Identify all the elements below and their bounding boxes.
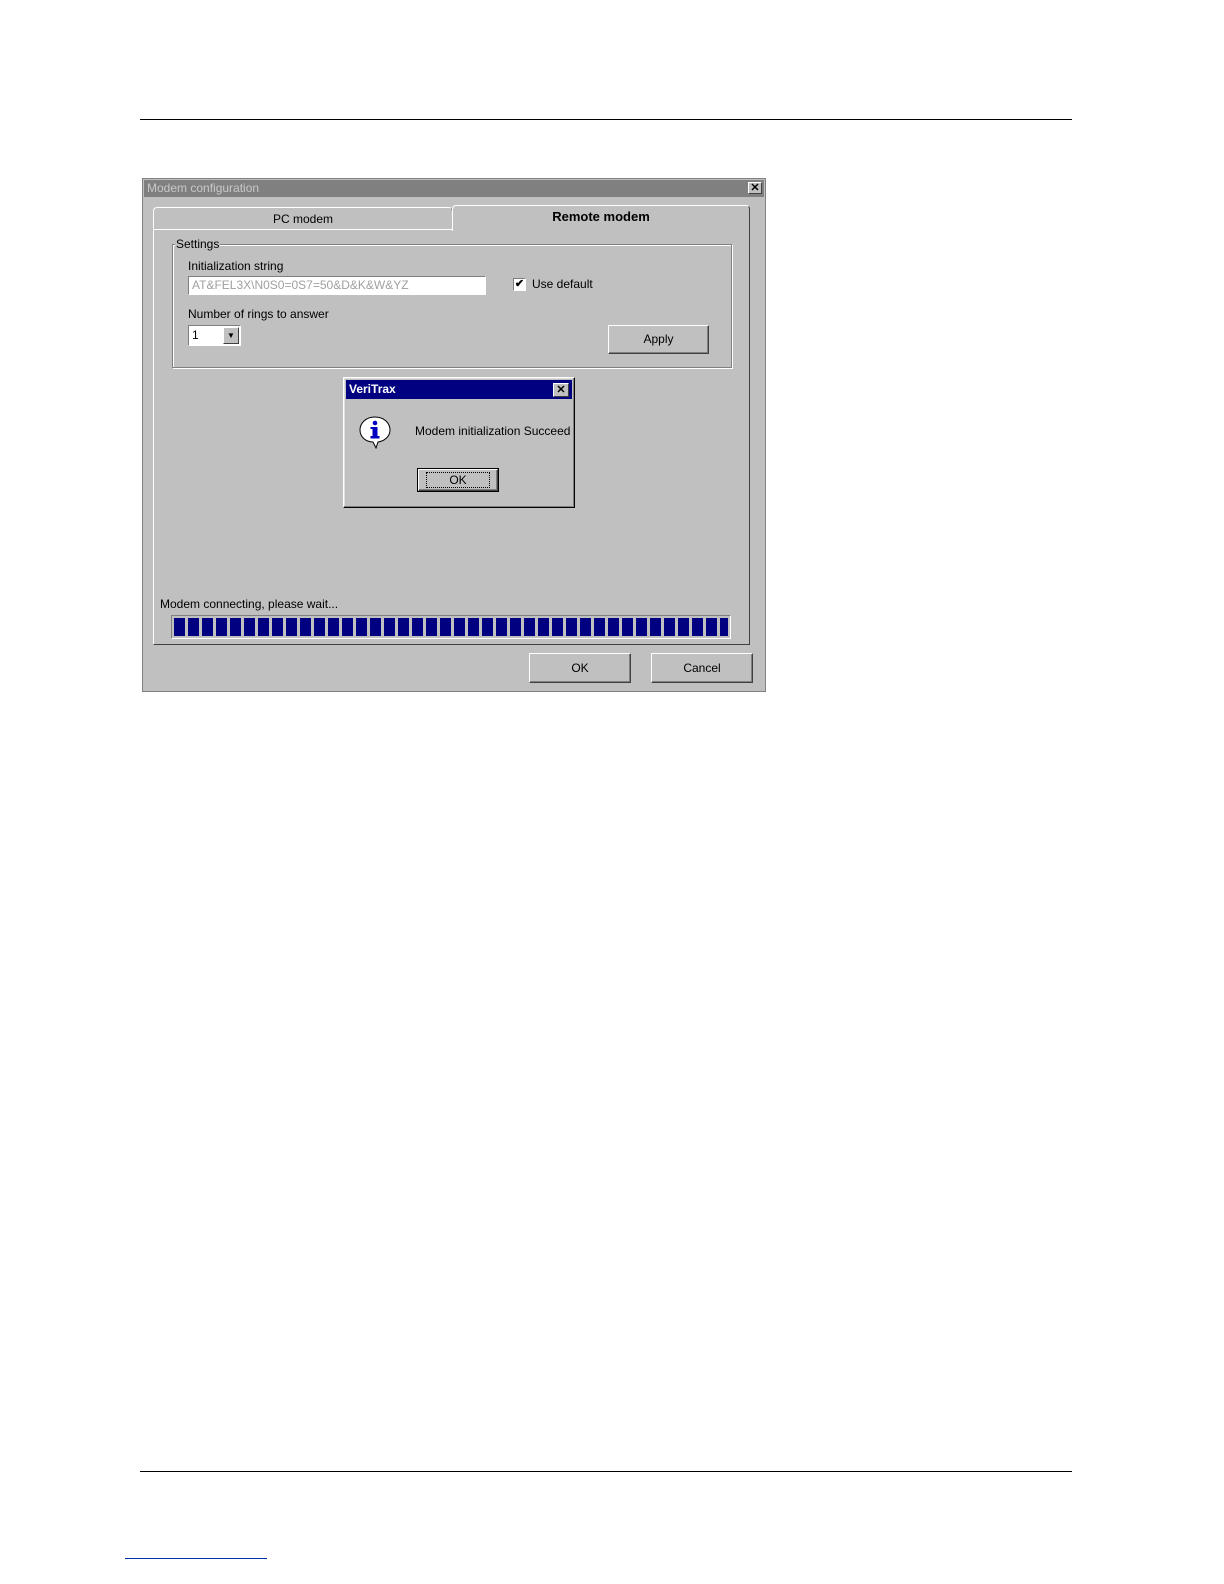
settings-group: Settings Initialization string AT&FEL3X\… bbox=[172, 237, 732, 368]
footer-rule bbox=[140, 1471, 1072, 1472]
window-title: Modem configuration bbox=[147, 181, 260, 195]
settings-group-title: Settings bbox=[175, 237, 221, 251]
use-default-checkbox[interactable]: ✔ bbox=[513, 278, 526, 291]
progress-fill bbox=[174, 618, 728, 636]
status-text: Modem connecting, please wait... bbox=[160, 597, 339, 611]
message-box-ok-button[interactable]: OK bbox=[417, 468, 499, 492]
close-icon: ✕ bbox=[750, 182, 760, 194]
rings-select[interactable]: 1 ▼ bbox=[188, 325, 241, 346]
message-box-titlebar[interactable]: VeriTrax ✕ bbox=[346, 380, 572, 399]
message-box-ok-label: OK bbox=[426, 472, 490, 488]
check-icon: ✔ bbox=[514, 278, 525, 290]
info-icon bbox=[359, 416, 391, 449]
rings-value: 1 bbox=[192, 328, 199, 342]
message-text: Modem initialization Succeed bbox=[415, 424, 571, 438]
veritrax-message-box: VeriTrax ✕ Modem initialization Succeed … bbox=[343, 377, 575, 508]
connection-progress-bar bbox=[171, 615, 731, 639]
tab-remote-modem[interactable]: Remote modem bbox=[452, 205, 750, 231]
apply-button[interactable]: Apply bbox=[608, 325, 709, 354]
use-default-label[interactable]: Use default bbox=[532, 277, 593, 291]
tab-remote-modem-label: Remote modem bbox=[552, 209, 650, 224]
footnote-rule bbox=[125, 1558, 267, 1559]
message-box-title: VeriTrax bbox=[349, 382, 396, 396]
message-box-close-button[interactable]: ✕ bbox=[553, 383, 569, 397]
tab-pc-modem-label: PC modem bbox=[272, 212, 334, 226]
cancel-button[interactable]: Cancel bbox=[651, 653, 753, 683]
window-close-button[interactable]: ✕ bbox=[748, 182, 762, 194]
rings-label: Number of rings to answer bbox=[188, 307, 329, 321]
window-titlebar[interactable]: Modem configuration ✕ bbox=[144, 180, 764, 197]
close-icon: ✕ bbox=[556, 384, 566, 396]
ok-button[interactable]: OK bbox=[529, 653, 631, 683]
header-rule bbox=[140, 119, 1072, 120]
tab-pc-modem[interactable]: PC modem bbox=[153, 207, 453, 229]
chevron-down-icon[interactable]: ▼ bbox=[223, 327, 239, 344]
init-string-label: Initialization string bbox=[188, 259, 284, 273]
init-string-input[interactable]: AT&FEL3X\N0S0=0S7=50&D&K&W&YZ bbox=[188, 276, 486, 295]
